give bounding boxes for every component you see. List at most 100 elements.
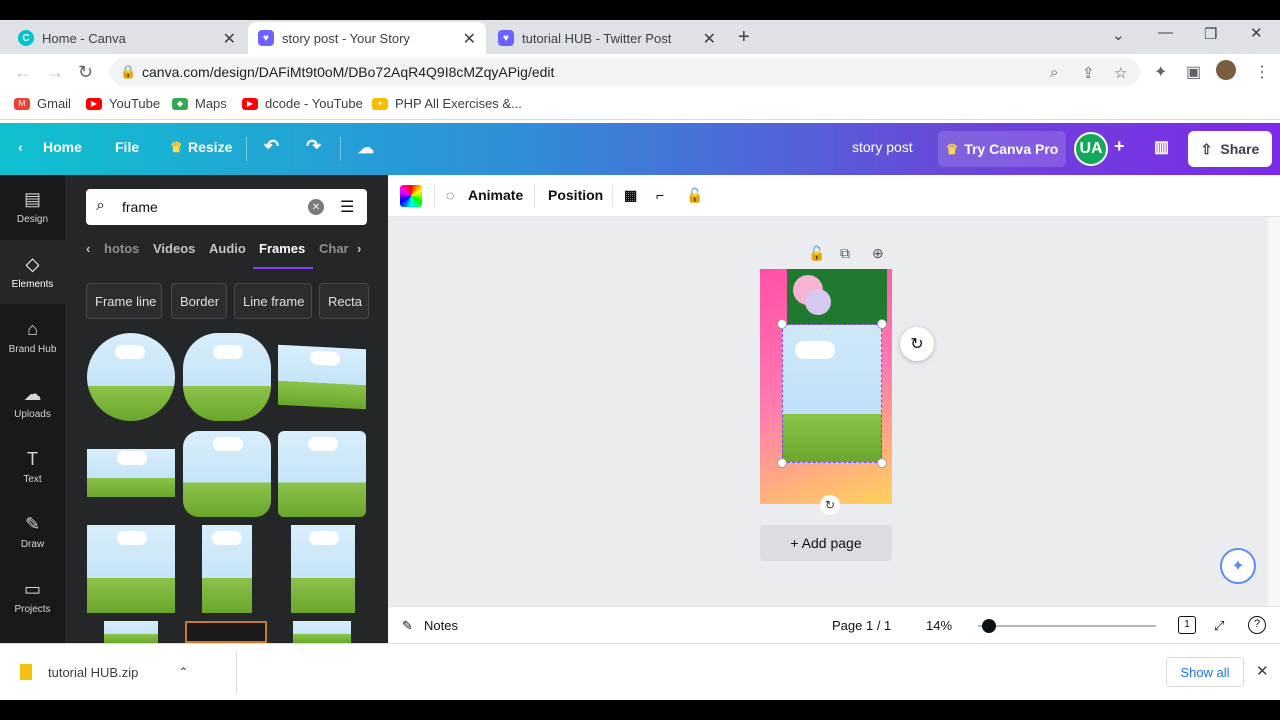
tab-story-post[interactable]: ♥ story post - Your Story ✕ — [248, 22, 486, 54]
frame-portrait[interactable] — [291, 525, 355, 613]
rail-brand-hub[interactable]: ⌂ Brand Hub — [0, 305, 65, 369]
tab-charts[interactable]: Char — [319, 241, 349, 256]
profile-avatar[interactable] — [1216, 60, 1236, 80]
frame-badge[interactable] — [183, 333, 271, 421]
duplicate-page-icon[interactable]: ⧉ — [840, 245, 850, 262]
chip-line-frame[interactable]: Line frame — [234, 283, 312, 319]
add-page-button[interactable]: + Add page — [760, 525, 892, 561]
frame-partial-2[interactable] — [293, 621, 351, 643]
menu-kebab-icon[interactable]: ⋮ — [1254, 62, 1270, 82]
clear-search-icon[interactable]: ✕ — [308, 199, 324, 215]
share-page-icon[interactable]: ⇪ — [1082, 64, 1095, 82]
refresh-frame-icon[interactable]: ↻ — [900, 327, 934, 361]
try-canva-pro-button[interactable]: ♛ Try Canva Pro — [938, 131, 1066, 167]
bookmark-youtube[interactable]: ▶ YouTube — [86, 96, 160, 111]
rail-design[interactable]: ▤ Design — [0, 175, 65, 239]
design-page[interactable]: ↻ — [760, 269, 892, 515]
chevron-up-icon[interactable]: ⌃ — [178, 665, 188, 679]
chip-frame-line[interactable]: Frame line — [86, 283, 162, 319]
tab-audio[interactable]: Audio — [209, 241, 246, 256]
add-page-icon[interactable]: ⊕ — [872, 245, 884, 262]
close-tab-icon[interactable]: ✕ — [223, 29, 236, 49]
vertical-scrollbar[interactable] — [1268, 217, 1280, 606]
frame-wide[interactable] — [87, 449, 175, 497]
add-collaborator-icon[interactable]: + — [1114, 136, 1125, 157]
home-button[interactable]: Home — [43, 139, 82, 155]
fullscreen-icon[interactable]: ⤢ — [1214, 618, 1224, 634]
bookmark-star-icon[interactable]: ☆ — [1114, 64, 1127, 82]
close-tab-icon[interactable]: ✕ — [463, 29, 476, 49]
bookmark-dcode[interactable]: ▶ dcode - YouTube — [242, 96, 363, 111]
tab-photos[interactable]: hotos — [104, 241, 139, 256]
page-grid-button[interactable]: 1 — [1178, 616, 1196, 634]
zoom-slider-knob[interactable] — [982, 619, 996, 633]
side-panel-icon[interactable]: ▣ — [1186, 62, 1201, 82]
insights-chart-icon[interactable]: ▥ — [1154, 137, 1169, 157]
undo-icon[interactable]: ↶ — [264, 136, 279, 157]
bookmark-maps[interactable]: ◆ Maps — [172, 96, 227, 111]
rail-text[interactable]: T Text — [0, 435, 65, 499]
frame-tilted[interactable] — [278, 344, 366, 410]
filter-icon[interactable]: ☰ — [340, 197, 354, 217]
forward-icon[interactable]: → — [46, 62, 64, 83]
resize-handle[interactable] — [777, 319, 787, 329]
chip-rectangle[interactable]: Recta — [319, 283, 369, 319]
notes-button[interactable]: Notes — [424, 618, 458, 633]
url-text[interactable]: canva.com/design/DAFiMt9t0oM/DBo72AqR4Q9… — [142, 64, 554, 80]
show-all-button[interactable]: Show all — [1166, 657, 1244, 687]
frame-torn[interactable] — [87, 525, 175, 613]
minimize-icon[interactable]: — — [1158, 24, 1173, 41]
download-item[interactable]: tutorial HUB.zip ⌃ — [20, 664, 188, 680]
help-icon[interactable]: ? — [1248, 616, 1266, 634]
user-avatar[interactable]: UA — [1074, 132, 1108, 166]
resize-button[interactable]: Resize — [188, 139, 232, 155]
file-menu[interactable]: File — [115, 139, 139, 155]
bookmark-php[interactable]: ✦ PHP All Exercises &... — [372, 96, 522, 111]
zoom-icon[interactable]: ⌕ — [1050, 64, 1058, 81]
cloud-sync-icon[interactable]: ☁ — [358, 138, 374, 158]
frame-circle[interactable] — [87, 333, 175, 421]
rotate-handle-icon[interactable]: ↻ — [820, 495, 840, 515]
rail-elements[interactable]: ◇ Elements — [0, 240, 65, 304]
search-input[interactable]: frame — [122, 199, 158, 215]
position-button[interactable]: Position — [548, 187, 603, 203]
frame-square[interactable] — [278, 431, 366, 517]
frame-tall-torn[interactable] — [202, 525, 252, 613]
tab-home-canva[interactable]: C Home - Canva ✕ — [8, 22, 246, 54]
frame-rounded[interactable] — [183, 431, 271, 517]
animate-button[interactable]: Animate — [468, 187, 523, 203]
resize-handle[interactable] — [777, 458, 787, 468]
extensions-icon[interactable]: ✦ — [1154, 62, 1167, 82]
selected-frame[interactable] — [782, 324, 882, 463]
resize-handle[interactable] — [877, 458, 887, 468]
bookmark-gmail[interactable]: M Gmail — [14, 96, 71, 111]
close-window-icon[interactable]: ✕ — [1250, 24, 1263, 42]
design-title[interactable]: story post — [852, 139, 913, 155]
tab-tutorial-hub[interactable]: ♥ tutorial HUB - Twitter Post ✕ — [488, 22, 726, 54]
new-tab-button[interactable]: + — [738, 26, 750, 49]
close-tab-icon[interactable]: ✕ — [703, 29, 716, 49]
rail-projects[interactable]: ▭ Projects — [0, 565, 65, 629]
omnibox[interactable]: 🔒 canva.com/design/DAFiMt9t0oM/DBo72AqR4… — [110, 58, 1140, 86]
chip-border[interactable]: Border — [171, 283, 227, 319]
reload-icon[interactable]: ↻ — [78, 62, 93, 83]
rail-draw[interactable]: ✎ Draw — [0, 500, 65, 564]
chevron-left-icon[interactable]: ‹ — [18, 139, 23, 155]
frame-film[interactable] — [185, 621, 267, 643]
close-shelf-icon[interactable]: ✕ — [1256, 662, 1269, 680]
redo-icon[interactable]: ↷ — [306, 136, 321, 157]
frame-partial-1[interactable] — [104, 621, 158, 643]
magic-sparkle-icon[interactable]: ✦ — [1220, 548, 1256, 584]
restore-icon[interactable]: ❐ — [1204, 25, 1217, 43]
share-button[interactable]: ⇧ Share — [1188, 131, 1272, 167]
tab-frames[interactable]: Frames — [259, 241, 305, 256]
color-picker-icon[interactable] — [400, 185, 422, 207]
zoom-slider[interactable] — [978, 625, 1156, 627]
lock-page-icon[interactable]: 🔓 — [808, 245, 825, 262]
page-indicator[interactable]: Page 1 / 1 — [832, 618, 891, 633]
rail-uploads[interactable]: ☁ Uploads — [0, 370, 65, 434]
resize-handle[interactable] — [877, 319, 887, 329]
chevron-left-icon[interactable]: ‹ — [86, 241, 90, 256]
transparency-icon[interactable]: ▦ — [624, 187, 637, 204]
chevron-right-icon[interactable]: › — [357, 241, 361, 256]
